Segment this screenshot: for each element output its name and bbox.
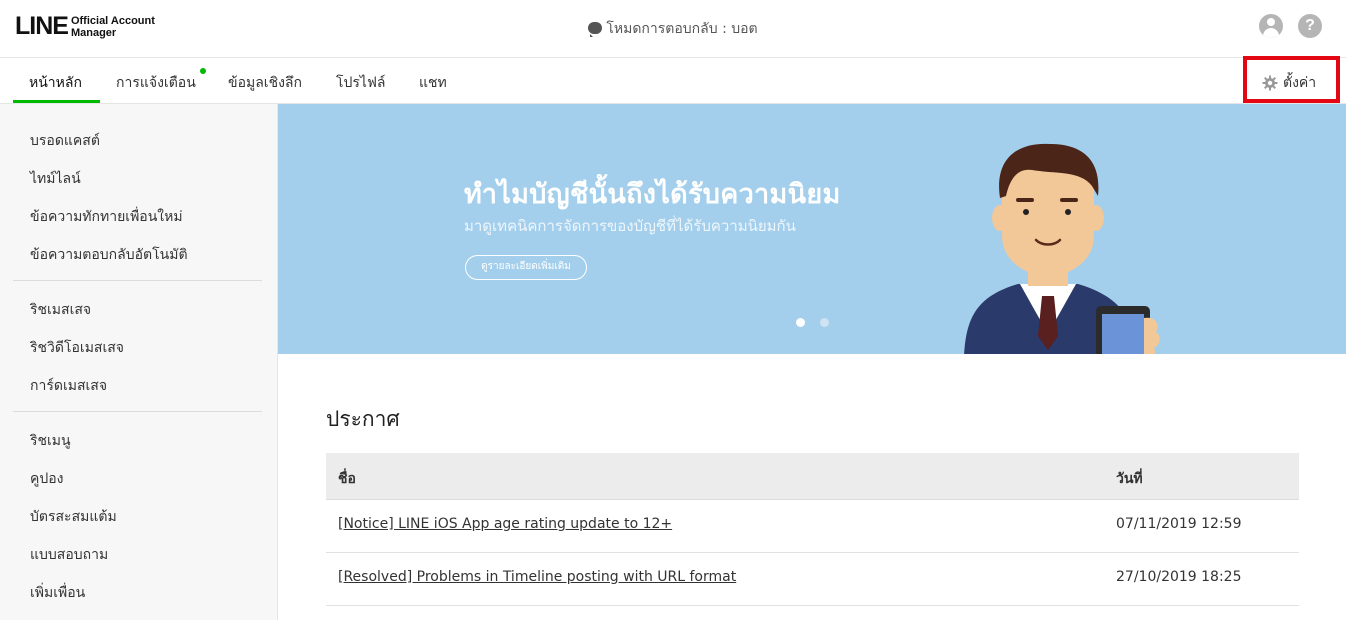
sidebar-item-add-friends[interactable]: เพิ่มเพื่อน: [30, 582, 85, 604]
sidebar-item-greeting-message[interactable]: ข้อความทักทายเพื่อนใหม่: [30, 206, 183, 228]
gear-icon: [1262, 75, 1278, 91]
table-row: [Resolved] Problems in Timeline posting …: [326, 553, 1299, 606]
tab-profile[interactable]: โปรไฟล์: [336, 72, 385, 94]
banner-subtitle: มาดูเทคนิคการจัดการของบัญชีที่ได้รับความ…: [464, 217, 796, 235]
tab-notifications[interactable]: การแจ้งเตือน: [116, 72, 196, 94]
avatar-head-shape: [1267, 18, 1275, 26]
banner-title: ทำไมบัญชีนั้นถึงได้รับความนิยม: [464, 179, 841, 210]
sidebar-item-rich-message[interactable]: ริชเมสเสจ: [30, 299, 91, 321]
banner-more-details-button[interactable]: ดูรายละเอียดเพิ่มเติม: [465, 255, 587, 280]
sidebar: บรอดแคสต์ ไทม์ไลน์ ข้อความทักทายเพื่อนให…: [0, 104, 278, 620]
sidebar-item-rich-video-message[interactable]: ริชวิดีโอเมสเสจ: [30, 337, 124, 359]
sidebar-item-coupon[interactable]: คูปอง: [30, 468, 64, 490]
sidebar-item-broadcast[interactable]: บรอดแคสต์: [30, 130, 100, 152]
tab-insights[interactable]: ข้อมูลเชิงลึก: [228, 72, 302, 94]
notification-dot: [200, 68, 206, 74]
avatar-body-shape: [1263, 28, 1279, 38]
announcements-table: ชื่อ วันที่ [Notice] LINE iOS App age ra…: [326, 453, 1299, 606]
announcement-link[interactable]: [Notice] LINE iOS App age rating update …: [338, 516, 672, 532]
sidebar-item-reward-card[interactable]: บัตรสะสมแต้ม: [30, 506, 117, 528]
announcements-title: ประกาศ: [326, 407, 400, 431]
carousel-dot-active[interactable]: [796, 318, 805, 327]
announcement-date: 07/11/2019 12:59: [1116, 516, 1242, 532]
settings-button[interactable]: ตั้งค่า: [1262, 72, 1316, 94]
chat-bubble-icon: [588, 22, 603, 37]
sidebar-item-timeline[interactable]: ไทม์ไลน์: [30, 168, 81, 190]
announcement-date: 27/10/2019 18:25: [1116, 569, 1242, 585]
table-header-row: ชื่อ วันที่: [326, 453, 1299, 500]
response-mode-indicator: โหมดการตอบกลับ : บอต: [0, 18, 1346, 40]
sidebar-divider: [13, 280, 262, 281]
response-mode-text: โหมดการตอบกลับ : บอต: [606, 21, 758, 37]
sidebar-item-rich-menu[interactable]: ริชเมนู: [30, 430, 71, 452]
businessman-illustration: [964, 143, 1160, 354]
settings-label: ตั้งค่า: [1283, 75, 1317, 91]
tab-chat[interactable]: แชท: [419, 72, 447, 94]
account-avatar-icon[interactable]: [1259, 14, 1283, 38]
top-header: LINE Official Account Manager โหมดการตอบ…: [0, 0, 1346, 58]
help-icon[interactable]: ?: [1298, 14, 1322, 38]
column-header-name: ชื่อ: [338, 471, 356, 487]
carousel-dot[interactable]: [820, 318, 829, 327]
sidebar-item-card-message[interactable]: การ์ดเมสเสจ: [30, 375, 107, 397]
announcement-link[interactable]: [Resolved] Problems in Timeline posting …: [338, 569, 736, 585]
tab-home[interactable]: หน้าหลัก: [29, 72, 82, 94]
promo-banner[interactable]: ทำไมบัญชีนั้นถึงได้รับความนิยม มาดูเทคนิ…: [278, 104, 1346, 354]
main-nav: หน้าหลัก การแจ้งเตือน ข้อมูลเชิงลึก โปรไ…: [0, 58, 1346, 104]
table-row: [Notice] LINE iOS App age rating update …: [326, 500, 1299, 553]
sidebar-divider: [13, 411, 262, 412]
active-tab-indicator: [13, 100, 100, 103]
sidebar-item-auto-reply[interactable]: ข้อความตอบกลับอัตโนมัติ: [30, 244, 188, 266]
column-header-date: วันที่: [1116, 471, 1143, 487]
sidebar-item-survey[interactable]: แบบสอบถาม: [30, 544, 108, 566]
